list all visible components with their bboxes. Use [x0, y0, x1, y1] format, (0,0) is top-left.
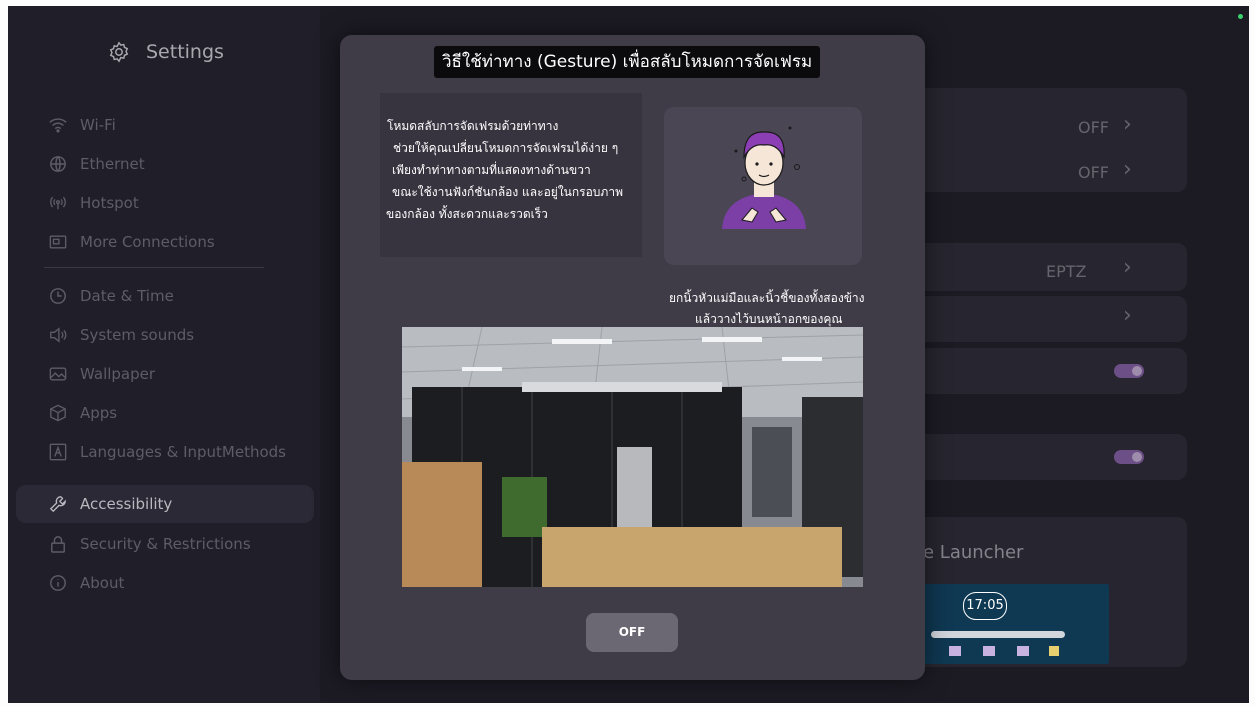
sidebar-item-label: Date & Time [80, 287, 174, 305]
sidebar-item-label: System sounds [80, 326, 195, 344]
speaker-icon [48, 325, 68, 345]
row3-value: EPTZ [1046, 262, 1087, 281]
sidebar-item-label: Apps [80, 404, 118, 422]
camera-preview-image [402, 327, 863, 587]
chevron-right-icon[interactable]: › [1123, 255, 1132, 280]
chevron-right-icon[interactable]: › [1123, 112, 1132, 137]
sidebar-item-label: Security & Restrictions [80, 535, 251, 553]
off-button[interactable]: OFF [586, 613, 678, 652]
sidebar-item-label: Wallpaper [80, 365, 156, 383]
sidebar-item-security[interactable]: Security & Restrictions [16, 525, 314, 563]
description-line: ขณะใช้งานฟังก์ชันกล้อง และอยู่ในกรอบภาพ [392, 185, 623, 199]
sidebar-item-label: Ethernet [80, 155, 145, 173]
description-line: ของกล้อง ทั้งสะดวกและรวดเร็ว [386, 207, 548, 221]
sidebar-item-languages[interactable]: Languages & InputMethods [16, 433, 314, 471]
sidebar-item-label: Accessibility [80, 495, 173, 513]
sidebar-header: Settings [108, 41, 224, 63]
sidebar-item-label: About [80, 574, 125, 592]
sidebar-item-wifi[interactable]: Wi-Fi [16, 106, 314, 144]
settings-screen: Settings Wi-Fi Ethernet Hotspot More Con… [8, 6, 1249, 703]
person-gesture-icon [722, 126, 806, 229]
thumbnail-dock [949, 646, 1059, 656]
launcher-thumbnail[interactable]: 17:05 [921, 584, 1109, 664]
sidebar-item-about[interactable]: About [16, 564, 314, 602]
description-line: โหมดสลับการจัดเฟรมด้วยท่าทาง [387, 119, 559, 133]
image-icon [48, 364, 68, 384]
ethernet-icon [48, 154, 68, 174]
info-icon [48, 573, 68, 593]
thumbnail-search-bar [931, 631, 1065, 638]
sidebar-item-more-connections[interactable]: More Connections [16, 223, 314, 261]
sidebar-item-label: Hotspot [80, 194, 139, 212]
row2-value: OFF [1078, 163, 1109, 182]
gesture-dialog: วิธีใช้ท่าทาง (Gesture) เพื่อสลับโหมดการ… [340, 35, 925, 680]
connections-icon [48, 232, 68, 252]
sidebar-item-wallpaper[interactable]: Wallpaper [16, 355, 314, 393]
description-box: โหมดสลับการจัดเฟรมด้วยท่าทาง ช่วยให้คุณเ… [380, 93, 642, 257]
description-line: เพียงทำท่าทางตามที่แสดงทางด้านขวา [392, 163, 591, 177]
sidebar-item-accessibility[interactable]: Accessibility [16, 485, 314, 523]
wifi-icon [48, 115, 68, 135]
dialog-title: วิธีใช้ท่าทาง (Gesture) เพื่อสลับโหมดการ… [434, 46, 821, 78]
settings-title: Settings [146, 41, 224, 63]
chevron-right-icon[interactable]: › [1123, 303, 1132, 328]
gesture-illustration [664, 107, 862, 265]
sidebar: Settings Wi-Fi Ethernet Hotspot More Con… [8, 6, 320, 703]
keyboard-icon [48, 442, 68, 462]
description-line: ช่วยให้คุณเปลี่ยนโหมดการจัดเฟรมได้ง่าย ๆ [393, 141, 619, 155]
hotspot-icon [48, 193, 68, 213]
cube-icon [48, 403, 68, 423]
row1-value: OFF [1078, 118, 1109, 137]
lock-icon [48, 534, 68, 554]
clock-icon [48, 286, 68, 306]
status-indicator-dot [1238, 14, 1243, 19]
sidebar-item-apps[interactable]: Apps [16, 394, 314, 432]
sidebar-item-ethernet[interactable]: Ethernet [16, 145, 314, 183]
wrench-icon [48, 494, 68, 514]
chevron-right-icon[interactable]: › [1123, 157, 1132, 182]
toggle-switch[interactable] [1114, 450, 1144, 464]
toggle-switch[interactable] [1114, 364, 1144, 378]
sidebar-item-date-time[interactable]: Date & Time [16, 277, 314, 315]
launcher-label: e Launcher [923, 542, 1024, 563]
gesture-caption: ยกนิ้วหัวแม่มือและนิ้วชี้ของทั้งสองข้าง [669, 291, 865, 305]
sidebar-item-system-sounds[interactable]: System sounds [16, 316, 314, 354]
sidebar-item-label: More Connections [80, 233, 215, 251]
sidebar-item-hotspot[interactable]: Hotspot [16, 184, 314, 222]
sidebar-item-label: Languages & InputMethods [80, 443, 286, 461]
sidebar-divider [44, 267, 264, 268]
sidebar-item-label: Wi-Fi [80, 116, 116, 134]
thumbnail-clock: 17:05 [963, 592, 1007, 620]
gear-icon [109, 41, 129, 63]
